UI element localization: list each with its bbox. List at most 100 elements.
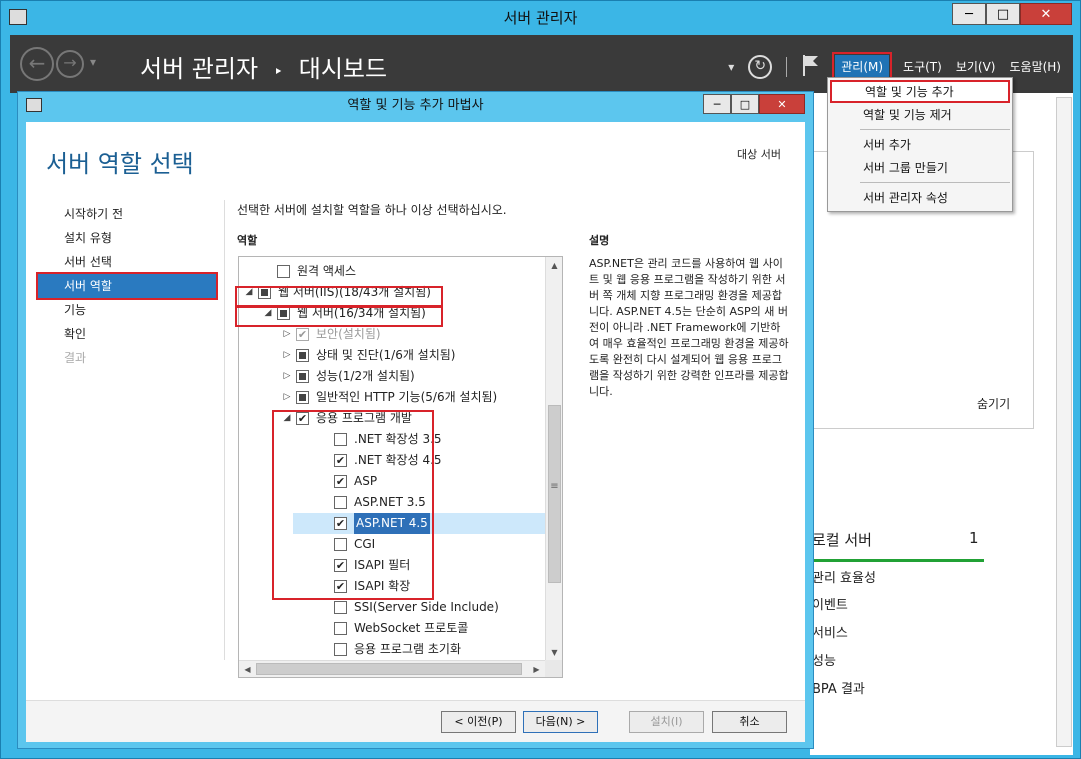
- role-checkbox[interactable]: [334, 433, 347, 446]
- tree-expander-icon[interactable]: ◢: [242, 282, 256, 303]
- role-tree-item-label: 원격 액세스: [297, 264, 357, 278]
- menu-add-servers[interactable]: 서버 추가: [828, 133, 1012, 156]
- role-tree-item[interactable]: ✔ ISAPI 확장: [318, 576, 410, 597]
- next-button[interactable]: 다음(N) >: [523, 711, 598, 733]
- top-menu-bar: ▾ ↻ 관리(M) 도구(T) 보기(V) 도움말(H): [728, 52, 1061, 81]
- roles-tree[interactable]: 원격 액세스 ◢ 웹 서버(IIS)(18/43개 설치됨) ◢ 웹 서버(16/34개…: [238, 256, 563, 678]
- role-checkbox[interactable]: [334, 622, 347, 635]
- role-checkbox[interactable]: ✔: [334, 475, 347, 488]
- role-tree-item[interactable]: ✔ ASP.NET 4.5: [293, 513, 545, 534]
- menu-manage[interactable]: 관리(M): [832, 52, 893, 81]
- step-features[interactable]: 기능: [26, 298, 216, 322]
- menu-separator: [860, 182, 1010, 183]
- scroll-down-arrow-icon[interactable]: ▼: [546, 644, 562, 661]
- forward-arrow-icon[interactable]: →: [56, 50, 84, 78]
- role-checkbox[interactable]: [277, 265, 290, 278]
- step-server-roles[interactable]: 서버 역할: [36, 272, 218, 300]
- tree-expander-icon[interactable]: ▷: [280, 366, 294, 387]
- scroll-right-arrow-icon[interactable]: ▶: [528, 661, 545, 677]
- role-tree-item-label: ASP: [354, 474, 378, 488]
- dialog-minimize-button[interactable]: ─: [703, 94, 731, 114]
- menu-help[interactable]: 도움말(H): [1009, 58, 1061, 75]
- previous-button[interactable]: < 이전(P): [441, 711, 516, 733]
- tree-expander-icon[interactable]: ▷: [280, 345, 294, 366]
- refresh-icon[interactable]: ↻: [748, 54, 773, 79]
- menu-create-server-group[interactable]: 서버 그룹 만들기: [828, 156, 1012, 179]
- scroll-corner: [545, 660, 562, 677]
- step-confirmation[interactable]: 확인: [26, 322, 216, 346]
- tile-item-events[interactable]: 이벤트: [812, 594, 848, 613]
- role-checkbox[interactable]: [334, 643, 347, 656]
- tree-expander-icon[interactable]: ▷: [280, 324, 294, 345]
- role-tree-item[interactable]: ◢ ✔ 응용 프로그램 개발: [280, 408, 412, 429]
- role-tree-item[interactable]: ✔ ASP: [318, 471, 377, 492]
- role-checkbox[interactable]: [296, 370, 309, 383]
- role-tree-item[interactable]: 응용 프로그램 초기화: [318, 639, 461, 660]
- step-before-you-begin[interactable]: 시작하기 전: [26, 202, 216, 226]
- maximize-button[interactable]: □: [986, 3, 1020, 25]
- role-tree-item[interactable]: .NET 확장성 3.5: [318, 429, 442, 450]
- close-button[interactable]: ✕: [1020, 3, 1072, 25]
- role-tree-item[interactable]: ✔ ISAPI 필터: [318, 555, 410, 576]
- role-tree-item[interactable]: ✔ .NET 확장성 4.5: [318, 450, 442, 471]
- hscroll-thumb[interactable]: [256, 663, 522, 675]
- tile-item-performance[interactable]: 성능: [812, 650, 836, 669]
- role-checkbox[interactable]: ✔: [334, 517, 347, 530]
- nav-history-dropdown-icon[interactable]: ▾: [90, 55, 96, 69]
- tree-expander-icon[interactable]: ▷: [280, 387, 294, 408]
- scroll-up-arrow-icon[interactable]: ▲: [546, 257, 562, 274]
- role-tree-item[interactable]: WebSocket 프로토콜: [318, 618, 468, 639]
- notifications-flag-icon[interactable]: [801, 53, 821, 80]
- vscroll-thumb[interactable]: ≡: [548, 405, 561, 583]
- roles-tree-hscrollbar[interactable]: ◀ ▶: [239, 660, 545, 677]
- role-tree-item[interactable]: ▷ ✔ 보안(설치됨): [280, 324, 381, 345]
- role-tree-item[interactable]: ◢ 웹 서버(16/34개 설치됨): [261, 303, 426, 324]
- role-checkbox[interactable]: [334, 538, 347, 551]
- tree-expander-icon[interactable]: ◢: [261, 303, 275, 324]
- role-checkbox[interactable]: ✔: [296, 412, 309, 425]
- role-tree-item[interactable]: ◢ 웹 서버(IIS)(18/43개 설치됨): [242, 282, 431, 303]
- role-tree-item[interactable]: ▷ 상태 및 진단(1/6개 설치됨): [280, 345, 455, 366]
- role-tree-item[interactable]: SSI(Server Side Include): [318, 597, 499, 618]
- role-checkbox[interactable]: [334, 601, 347, 614]
- menu-remove-roles-features[interactable]: 역할 및 기능 제거: [828, 103, 1012, 126]
- scroll-grip-icon: ≡: [550, 481, 559, 492]
- hide-link[interactable]: 숨기기: [977, 395, 1010, 412]
- role-tree-item[interactable]: 원격 액세스: [261, 261, 356, 282]
- role-tree-item[interactable]: ASP.NET 3.5: [318, 492, 426, 513]
- tile-item-bpa-results[interactable]: BPA 결과: [812, 678, 865, 697]
- role-checkbox[interactable]: ✔: [334, 580, 347, 593]
- menu-add-roles-features[interactable]: 역할 및 기능 추가: [830, 80, 1010, 103]
- role-checkbox[interactable]: [334, 496, 347, 509]
- role-tree-item[interactable]: ▷ 일반적인 HTTP 기능(5/6개 설치됨): [280, 387, 497, 408]
- tree-expander-icon[interactable]: ◢: [280, 408, 294, 429]
- dialog-close-button[interactable]: ✕: [759, 94, 805, 114]
- local-server-tile-title[interactable]: 로컬 서버: [812, 529, 872, 550]
- dialog-maximize-button[interactable]: □: [731, 94, 759, 114]
- roles-tree-vscrollbar[interactable]: ▲ ≡ ▼: [545, 257, 562, 661]
- role-checkbox[interactable]: [296, 349, 309, 362]
- menu-view[interactable]: 보기(V): [956, 58, 996, 75]
- role-tree-item[interactable]: ▷ 성능(1/2개 설치됨): [280, 366, 415, 387]
- role-checkbox[interactable]: ✔: [334, 559, 347, 572]
- menu-server-manager-properties[interactable]: 서버 관리자 속성: [828, 186, 1012, 209]
- refresh-dropdown-icon[interactable]: ▾: [728, 60, 734, 74]
- dashboard-scrollbar[interactable]: [1056, 97, 1072, 747]
- role-checkbox[interactable]: [258, 286, 271, 299]
- role-tree-item[interactable]: CGI: [318, 534, 375, 555]
- minimize-button[interactable]: ─: [952, 3, 986, 25]
- back-arrow-icon[interactable]: ←: [20, 47, 54, 81]
- scroll-left-arrow-icon[interactable]: ◀: [239, 661, 256, 677]
- step-installation-type[interactable]: 설치 유형: [26, 226, 216, 250]
- cancel-button[interactable]: 취소: [712, 711, 787, 733]
- role-checkbox[interactable]: ✔: [334, 454, 347, 467]
- role-checkbox[interactable]: [277, 307, 290, 320]
- step-server-selection[interactable]: 서버 선택: [26, 250, 216, 274]
- tile-item-manageability[interactable]: 관리 효율성: [812, 567, 876, 586]
- role-tree-item-label: 일반적인 HTTP 기능(5/6개 설치됨): [316, 390, 498, 404]
- step-results: 결과: [64, 351, 87, 365]
- tile-item-services[interactable]: 서비스: [812, 622, 848, 641]
- steps-divider: [224, 200, 225, 660]
- role-checkbox[interactable]: [296, 391, 309, 404]
- menu-tools[interactable]: 도구(T): [903, 58, 942, 75]
